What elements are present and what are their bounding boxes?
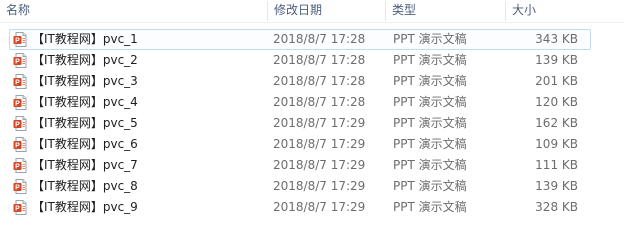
file-type: PPT 演示文稿 [393,32,467,46]
file-list-pane: ^ 名称 修改日期 类型 大小 P 【IT教程网】pvc_1 2018/8/7 17… [0,0,624,243]
file-row[interactable]: P 【IT教程网】pvc_4 2018/8/7 17:28 PPT 演示文稿 120 K… [9,92,591,113]
column-header-size[interactable]: 大小 [506,0,584,22]
file-type: PPT 演示文稿 [393,158,467,172]
file-row[interactable]: P 【IT教程网】pvc_3 2018/8/7 17:28 PPT 演示文稿 201 K… [9,71,591,92]
file-date-modified: 2018/8/7 17:28 [273,53,366,67]
file-date-modified: 2018/8/7 17:28 [273,74,366,88]
column-header-bar: ^ 名称 修改日期 类型 大小 [0,0,624,23]
file-row[interactable]: P 【IT教程网】pvc_9 2018/8/7 17:29 PPT 演示文稿 328 K… [9,197,591,218]
svg-text:P: P [15,143,20,150]
column-header-type-label: 类型 [392,3,417,17]
svg-text:P: P [15,59,20,66]
file-row[interactable]: P 【IT教程网】pvc_2 2018/8/7 17:28 PPT 演示文稿 139 K… [9,50,591,71]
ppt-file-icon: P [13,137,28,152]
file-size: 343 KB [535,32,578,46]
file-rows: P 【IT教程网】pvc_1 2018/8/7 17:28 PPT 演示文稿 343 K… [0,29,624,218]
file-type: PPT 演示文稿 [393,200,467,214]
column-header-type[interactable]: 类型 [386,0,506,22]
file-name: 【IT教程网】pvc_2 [32,53,138,67]
column-header-date-modified[interactable]: 修改日期 [268,0,386,22]
ppt-file-icon: P [13,158,28,173]
file-name: 【IT教程网】pvc_4 [32,95,138,109]
file-size: 109 KB [535,137,578,151]
file-name: 【IT教程网】pvc_8 [32,179,138,193]
file-type: PPT 演示文稿 [393,116,467,130]
ppt-file-icon: P [13,32,28,47]
file-size: 139 KB [535,179,578,193]
file-row[interactable]: P 【IT教程网】pvc_5 2018/8/7 17:29 PPT 演示文稿 162 K… [9,113,591,134]
ppt-file-icon: P [13,95,28,110]
column-header-size-label: 大小 [512,3,537,17]
file-size: 111 KB [535,158,578,172]
file-date-modified: 2018/8/7 17:29 [273,179,366,193]
svg-text:P: P [15,206,20,213]
column-header-name[interactable]: 名称 [0,0,268,22]
svg-text:P: P [15,122,20,129]
file-date-modified: 2018/8/7 17:29 [273,116,366,130]
svg-text:P: P [15,80,20,87]
file-type: PPT 演示文稿 [393,137,467,151]
ppt-file-icon: P [13,179,28,194]
file-name: 【IT教程网】pvc_9 [32,200,138,214]
ppt-file-icon: P [13,116,28,131]
file-type: PPT 演示文稿 [393,95,467,109]
ppt-file-icon: P [13,53,28,68]
file-size: 162 KB [535,116,578,130]
svg-text:P: P [15,164,20,171]
file-size: 201 KB [535,74,578,88]
file-row[interactable]: P 【IT教程网】pvc_1 2018/8/7 17:28 PPT 演示文稿 343 K… [9,29,591,50]
file-type: PPT 演示文稿 [393,74,467,88]
file-size: 120 KB [535,95,578,109]
file-type: PPT 演示文稿 [393,53,467,67]
file-date-modified: 2018/8/7 17:29 [273,137,366,151]
file-type: PPT 演示文稿 [393,179,467,193]
file-name: 【IT教程网】pvc_3 [32,74,138,88]
file-date-modified: 2018/8/7 17:29 [273,200,366,214]
file-size: 328 KB [535,200,578,214]
column-header-date-label: 修改日期 [274,3,323,17]
ppt-file-icon: P [13,74,28,89]
file-name: 【IT教程网】pvc_5 [32,116,138,130]
file-row[interactable]: P 【IT教程网】pvc_7 2018/8/7 17:29 PPT 演示文稿 111 K… [9,155,591,176]
file-size: 139 KB [535,53,578,67]
file-date-modified: 2018/8/7 17:28 [273,32,366,46]
file-date-modified: 2018/8/7 17:28 [273,95,366,109]
file-row[interactable]: P 【IT教程网】pvc_8 2018/8/7 17:29 PPT 演示文稿 139 K… [9,176,591,197]
svg-text:P: P [15,38,20,45]
file-row[interactable]: P 【IT教程网】pvc_6 2018/8/7 17:29 PPT 演示文稿 109 K… [9,134,591,155]
file-name: 【IT教程网】pvc_1 [32,32,138,46]
file-name: 【IT教程网】pvc_6 [32,137,138,151]
ppt-file-icon: P [13,200,28,215]
file-date-modified: 2018/8/7 17:29 [273,158,366,172]
file-name: 【IT教程网】pvc_7 [32,158,138,172]
svg-text:P: P [15,101,20,108]
svg-text:P: P [15,185,20,192]
column-header-name-label: 名称 [6,3,31,17]
